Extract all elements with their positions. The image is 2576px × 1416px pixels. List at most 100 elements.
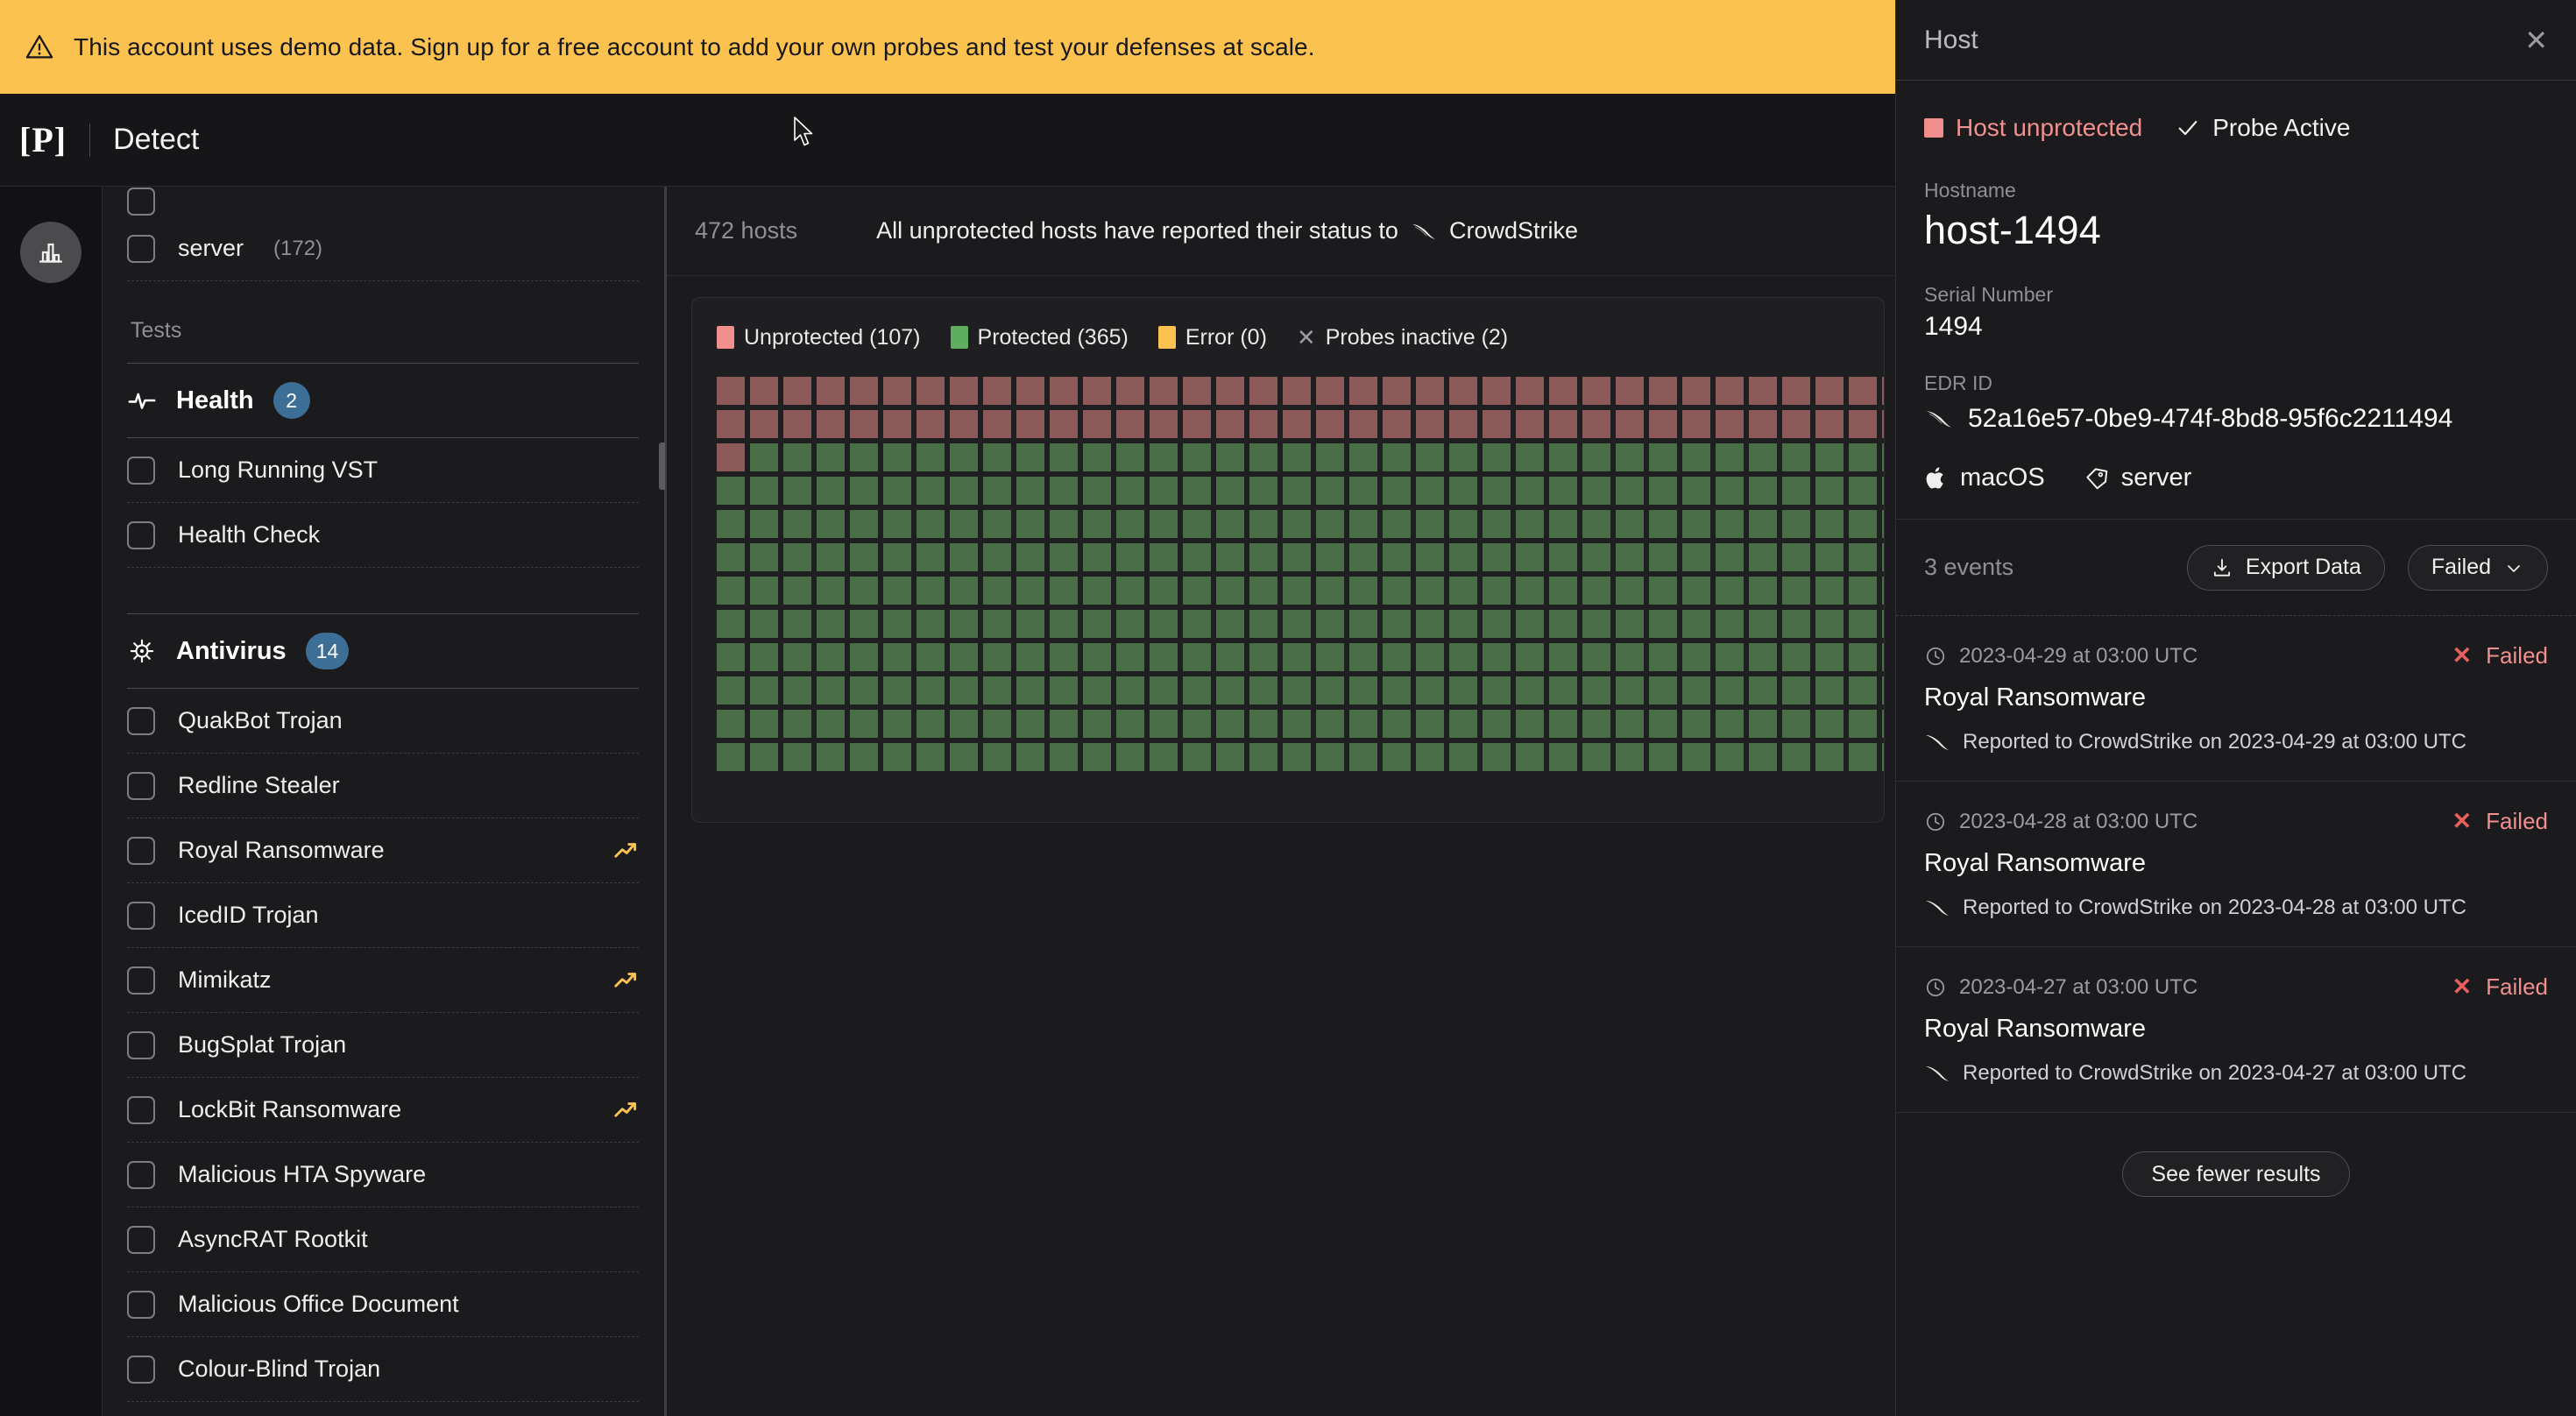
host-cell[interactable] bbox=[817, 676, 845, 704]
sidebar-item-malicious-hta-spyware[interactable]: Malicious HTA Spyware bbox=[127, 1143, 639, 1207]
host-cell[interactable] bbox=[1815, 477, 1844, 505]
sidebar-item-yanluowang-ransomware[interactable]: Yanluowang Ransomware bbox=[127, 1402, 639, 1416]
host-cell[interactable] bbox=[1882, 710, 1885, 738]
checkbox[interactable] bbox=[127, 1226, 155, 1254]
host-cell[interactable] bbox=[1815, 543, 1844, 571]
host-cell[interactable] bbox=[750, 676, 778, 704]
host-cell[interactable] bbox=[1150, 443, 1178, 471]
host-cell[interactable] bbox=[1383, 443, 1411, 471]
host-cell[interactable] bbox=[750, 510, 778, 538]
host-cell[interactable] bbox=[1849, 643, 1877, 671]
host-cell[interactable] bbox=[1283, 743, 1311, 771]
host-cell[interactable] bbox=[717, 377, 745, 405]
host-cell[interactable] bbox=[850, 543, 878, 571]
host-cell[interactable] bbox=[983, 577, 1011, 605]
host-cell[interactable] bbox=[1383, 710, 1411, 738]
host-cell[interactable] bbox=[1449, 377, 1477, 405]
host-cell[interactable] bbox=[916, 377, 945, 405]
host-cell[interactable] bbox=[1749, 643, 1777, 671]
host-cell[interactable] bbox=[1849, 510, 1877, 538]
host-cell[interactable] bbox=[850, 510, 878, 538]
host-cell[interactable] bbox=[717, 410, 745, 438]
host-cell[interactable] bbox=[1516, 377, 1544, 405]
host-cell[interactable] bbox=[1183, 676, 1211, 704]
host-cell[interactable] bbox=[1216, 443, 1244, 471]
host-cell[interactable] bbox=[1549, 443, 1577, 471]
checkbox[interactable] bbox=[127, 457, 155, 485]
host-cell[interactable] bbox=[1050, 477, 1078, 505]
host-cell[interactable] bbox=[1016, 577, 1044, 605]
host-cell[interactable] bbox=[1882, 377, 1885, 405]
host-cell[interactable] bbox=[1150, 643, 1178, 671]
host-cell[interactable] bbox=[1383, 543, 1411, 571]
host-cell[interactable] bbox=[1183, 743, 1211, 771]
host-cell[interactable] bbox=[850, 577, 878, 605]
host-cell[interactable] bbox=[1349, 610, 1377, 638]
host-cell[interactable] bbox=[1449, 543, 1477, 571]
host-cell[interactable] bbox=[817, 377, 845, 405]
host-cell[interactable] bbox=[1216, 577, 1244, 605]
host-cell[interactable] bbox=[1449, 610, 1477, 638]
host-status-grid[interactable] bbox=[717, 377, 1884, 771]
host-cell[interactable] bbox=[1216, 477, 1244, 505]
host-cell[interactable] bbox=[1150, 377, 1178, 405]
host-cell[interactable] bbox=[950, 610, 978, 638]
host-cell[interactable] bbox=[1749, 443, 1777, 471]
host-cell[interactable] bbox=[717, 610, 745, 638]
host-cell[interactable] bbox=[1249, 577, 1277, 605]
host-cell[interactable] bbox=[1316, 543, 1344, 571]
host-cell[interactable] bbox=[1549, 743, 1577, 771]
sidebar-group-antivirus[interactable]: Antivirus 14 bbox=[127, 613, 639, 689]
host-cell[interactable] bbox=[1782, 710, 1810, 738]
host-cell[interactable] bbox=[1083, 543, 1111, 571]
host-cell[interactable] bbox=[850, 676, 878, 704]
sidebar-item-bugsplat-trojan[interactable]: BugSplat Trojan bbox=[127, 1013, 639, 1078]
host-cell[interactable] bbox=[1050, 577, 1078, 605]
host-cell[interactable] bbox=[1782, 410, 1810, 438]
host-cell[interactable] bbox=[1716, 577, 1744, 605]
host-cell[interactable] bbox=[983, 743, 1011, 771]
checkbox[interactable] bbox=[127, 837, 155, 865]
host-cell[interactable] bbox=[1549, 610, 1577, 638]
host-cell[interactable] bbox=[1249, 377, 1277, 405]
checkbox[interactable] bbox=[127, 1161, 155, 1189]
host-cell[interactable] bbox=[1216, 377, 1244, 405]
host-cell[interactable] bbox=[1449, 577, 1477, 605]
host-cell[interactable] bbox=[1849, 543, 1877, 571]
host-cell[interactable] bbox=[1083, 743, 1111, 771]
checkbox[interactable] bbox=[127, 1291, 155, 1319]
host-cell[interactable] bbox=[1349, 477, 1377, 505]
host-cell[interactable] bbox=[1616, 477, 1644, 505]
host-cell[interactable] bbox=[950, 477, 978, 505]
host-cell[interactable] bbox=[1483, 610, 1511, 638]
host-cell[interactable] bbox=[817, 610, 845, 638]
host-cell[interactable] bbox=[850, 743, 878, 771]
event-item[interactable]: 2023-04-27 at 03:00 UTC✕FailedRoyal Rans… bbox=[1896, 947, 2576, 1113]
host-cell[interactable] bbox=[1549, 410, 1577, 438]
host-cell[interactable] bbox=[817, 510, 845, 538]
host-cell[interactable] bbox=[1882, 676, 1885, 704]
host-cell[interactable] bbox=[1582, 410, 1610, 438]
host-cell[interactable] bbox=[950, 743, 978, 771]
host-cell[interactable] bbox=[1283, 510, 1311, 538]
host-cell[interactable] bbox=[1616, 743, 1644, 771]
checkbox[interactable] bbox=[127, 1031, 155, 1059]
host-cell[interactable] bbox=[1316, 577, 1344, 605]
checkbox[interactable] bbox=[127, 521, 155, 549]
host-cell[interactable] bbox=[1449, 710, 1477, 738]
host-cell[interactable] bbox=[1782, 510, 1810, 538]
host-cell[interactable] bbox=[1383, 477, 1411, 505]
host-cell[interactable] bbox=[916, 610, 945, 638]
sidebar-group-health[interactable]: Health 2 bbox=[127, 363, 639, 438]
host-cell[interactable] bbox=[1716, 743, 1744, 771]
host-cell[interactable] bbox=[1383, 377, 1411, 405]
legend-item-error[interactable]: Error (0) bbox=[1158, 325, 1267, 350]
host-cell[interactable] bbox=[1083, 610, 1111, 638]
host-cell[interactable] bbox=[1249, 710, 1277, 738]
host-cell[interactable] bbox=[1716, 443, 1744, 471]
host-cell[interactable] bbox=[1383, 410, 1411, 438]
checkbox[interactable] bbox=[127, 235, 155, 263]
host-cell[interactable] bbox=[1116, 743, 1144, 771]
host-cell[interactable] bbox=[883, 643, 911, 671]
status-filter-dropdown[interactable]: Failed bbox=[2408, 545, 2548, 591]
